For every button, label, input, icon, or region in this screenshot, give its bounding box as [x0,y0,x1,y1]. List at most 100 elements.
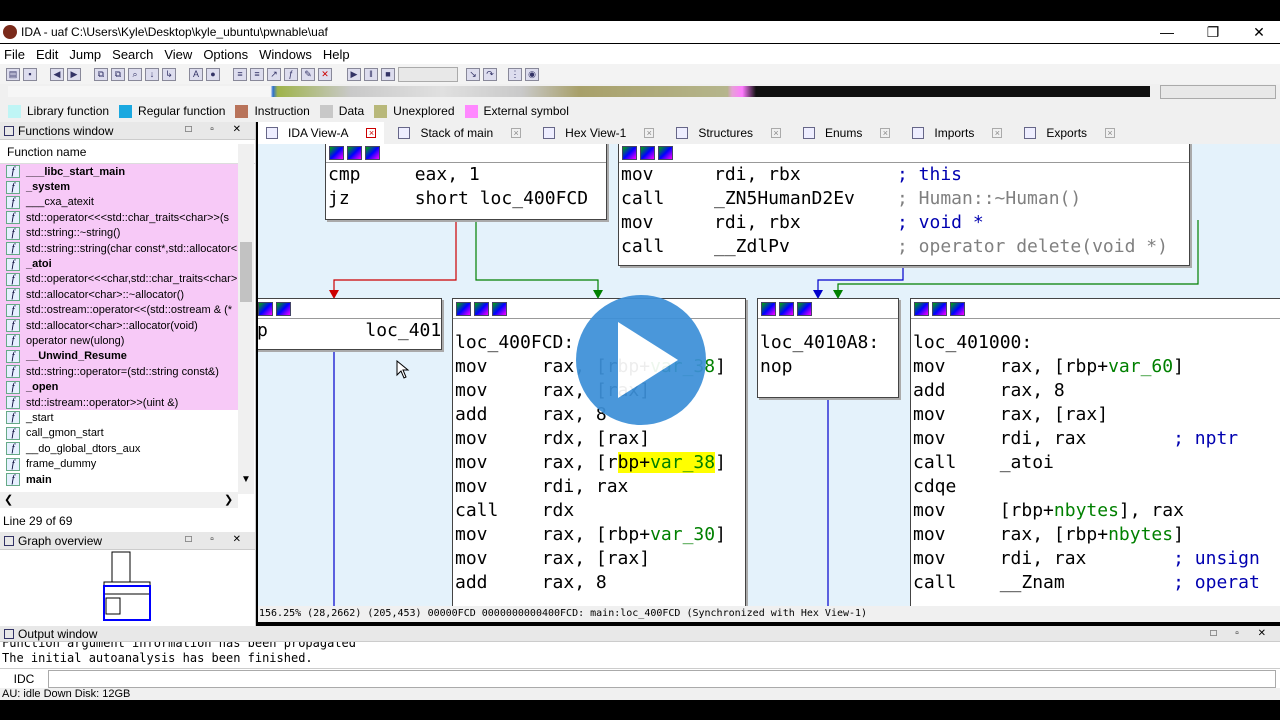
asm-line[interactable]: nop [758,355,898,379]
close-button[interactable]: ✕ [1236,21,1280,43]
tab-enums[interactable]: Enums × [795,122,898,144]
menu-file[interactable]: File [4,47,25,62]
function-list-item[interactable]: f _atoi [0,256,238,272]
function-list-item[interactable]: f ___cxa_atexit [0,194,238,211]
function-list-item[interactable]: f std::string::~string() [0,225,238,241]
stop-icon[interactable]: ✕ [318,67,332,81]
function-list-item[interactable]: f std::istream::operator>>(uint &) [0,394,238,411]
asm-line[interactable]: mov rax, [rbp+nbytes] [911,523,1280,547]
tab-hex-view-1[interactable]: Hex View-1 × [535,122,662,144]
pause-icon[interactable]: ‖ [364,67,378,81]
color-icon[interactable] [914,301,929,316]
menu-edit[interactable]: Edit [36,47,58,62]
menu-jump[interactable]: Jump [69,47,101,62]
function-list-item[interactable]: f __do_global_dtors_aux [0,441,238,456]
color-icon[interactable] [622,145,637,160]
function-list-item[interactable]: f std::operator<<<char,std::char_traits<c… [0,271,238,288]
play-debug-icon[interactable]: ▶ [347,67,361,81]
asm-line[interactable]: jz short loc_400FCD [326,187,606,211]
menu-options[interactable]: Options [203,47,248,62]
close-tab-icon[interactable]: × [1105,128,1116,138]
color-icon[interactable] [329,145,344,160]
close-tab-icon[interactable]: × [644,128,655,138]
group-icon[interactable] [950,301,965,316]
menu-search[interactable]: Search [112,47,153,62]
asm-line[interactable]: call __ZdlPv ; operator delete(void *) [619,235,1189,259]
function-list-item[interactable]: f std::allocator<char>::allocator(void) [0,317,238,334]
scroll-down-icon[interactable]: ▼ [241,474,251,485]
close-tab-icon[interactable]: × [992,128,1003,138]
minimize-button[interactable]: — [1144,21,1190,43]
asm-line[interactable]: add rax, 8 [911,379,1280,403]
color-icon[interactable] [761,301,776,316]
asm-line[interactable]: mov rax, [rax] [453,547,745,571]
tab-structures[interactable]: Structures × [668,122,789,144]
back-icon[interactable]: ◀ [50,67,64,81]
scroll-left-icon[interactable]: ❮ [4,493,13,506]
group-icon[interactable] [492,301,507,316]
tab-imports[interactable]: Imports × [904,122,1010,144]
search-icon[interactable]: ⌕ [128,67,142,81]
group-icon[interactable] [276,301,291,316]
idc-button[interactable]: IDC [0,672,48,686]
function-list-item[interactable]: f __Unwind_Resume [0,348,238,365]
struct-icon[interactable]: ≡ [233,67,247,81]
graph-icon[interactable]: A [189,67,203,81]
down-arrow-icon[interactable]: ↓ [145,67,159,81]
function-list-vscroll[interactable]: ▼ [238,144,254,494]
output-window-controls[interactable]: □ ▫ ✕ [1210,628,1274,639]
group-icon[interactable] [658,145,673,160]
asm-line[interactable]: mov rdi, rax ; nptr [911,427,1280,451]
asm-label[interactable]: loc_4010A8: [758,331,898,355]
menu-windows[interactable]: Windows [259,47,312,62]
block-cmp[interactable]: cmp eax, 1 jz short loc_400FCD [325,144,607,220]
graph-icon[interactable] [474,301,489,316]
segment-select[interactable] [1160,85,1276,99]
asm-line[interactable]: mov rdi, rbx ; void * [619,211,1189,235]
close-tab-icon[interactable]: × [771,128,781,138]
menu-view[interactable]: View [164,47,192,62]
function-list-item[interactable]: f frame_dummy [0,456,238,471]
block-delete[interactable]: mov rdi, rbx ; this call _ZN5HumanD2Ev ; Huma… [618,144,1190,266]
panel-controls[interactable]: □ ▫ ✕ [185,124,249,135]
graph-icon[interactable] [779,301,794,316]
asm-line[interactable]: call __Znam ; operat [911,571,1280,595]
function-list-item[interactable]: f std::ostream::operator<<(std::ostream &… [0,302,238,318]
function-list-item[interactable]: f std::allocator<char>::~allocator() [0,287,238,303]
function-list-hscroll[interactable]: ❮ ❯ [0,492,238,508]
function-list-item[interactable]: f _system [0,179,238,195]
graph-overview-controls[interactable]: □ ▫ ✕ [185,534,249,545]
tab-stack-of-main[interactable]: Stack of main × [390,122,529,144]
trace-icon[interactable]: ⋮ [508,67,522,81]
function-list-item[interactable]: f std::string::operator=(std::string cons… [0,364,238,380]
function-name-column-header[interactable]: Function name ▲ [0,140,255,164]
function-icon[interactable]: ƒ [284,67,298,81]
debugger-select[interactable] [398,66,458,82]
restore-button[interactable]: ❐ [1190,21,1236,43]
function-list-item[interactable]: f main [0,472,238,487]
copy-icon[interactable]: ⧉ [94,67,108,81]
asm-line[interactable]: mov rdi, rax [453,475,745,499]
step-over-icon[interactable]: ↷ [483,67,497,81]
navigation-band[interactable] [0,84,1280,100]
graph-view[interactable]: cmp eax, 1 jz short loc_400FCD mov rdi, r… [258,144,1280,606]
command-input[interactable] [48,669,1276,688]
function-list-item[interactable]: f std::operator<<<std::char_traits<char>>… [0,210,238,226]
asm-label[interactable]: loc_401000: [911,331,1280,355]
asm-line[interactable]: mov rdx, [rax] [453,427,745,451]
asm-line[interactable]: mov rax, [rax] [911,403,1280,427]
menu-help[interactable]: Help [323,47,350,62]
block-loc-4010a9-jump[interactable]: p loc_4010A9 [258,298,442,350]
block-loc-4010a8[interactable]: loc_4010A8: nop [757,298,899,398]
function-list-item[interactable]: f std::string::string(char const*,std::al… [0,240,238,257]
asm-line[interactable]: call _ZN5HumanD2Ev ; Human::~Human() [619,187,1189,211]
paste-icon[interactable]: ⧉ [111,67,125,81]
asm-line[interactable]: cdqe [911,475,1280,499]
save-icon[interactable]: ▪ [23,67,37,81]
forward-icon[interactable]: ▶ [67,67,81,81]
function-list-item[interactable]: f _open [0,379,238,395]
xref-icon[interactable]: ↗ [267,67,281,81]
asm-line[interactable]: call _atoi [911,451,1280,475]
graph-icon[interactable] [258,301,273,316]
asm-line[interactable]: mov [rbp+nbytes], rax [911,499,1280,523]
